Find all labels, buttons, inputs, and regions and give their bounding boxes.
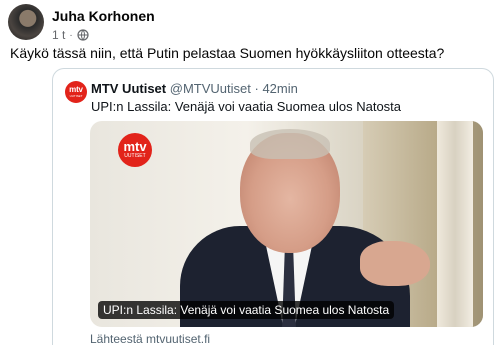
tweet-separator: · bbox=[254, 81, 259, 96]
tweet-media-image[interactable]: mtv UUTISET UPI:n Lassila: Venäjä voi va… bbox=[90, 121, 483, 327]
tweet-handle[interactable]: @MTVUutiset bbox=[170, 81, 251, 96]
author-block: Juha Korhonen 1 t · bbox=[52, 8, 155, 42]
post-time[interactable]: 1 t bbox=[52, 28, 65, 42]
mtv-logo-avatar[interactable]: mtv UUTISET bbox=[65, 81, 87, 103]
media-caption: UPI:n Lassila: Venäjä voi vaatia Suomea … bbox=[98, 301, 395, 319]
tweet-time[interactable]: 42min bbox=[262, 81, 297, 96]
avatar[interactable] bbox=[8, 4, 44, 40]
tweet-text: UPI:n Lassila: Venäjä voi vaatia Suomea … bbox=[91, 99, 402, 114]
author-name[interactable]: Juha Korhonen bbox=[52, 8, 155, 24]
mtv-logo-watermark: mtv UUTISET bbox=[118, 133, 152, 167]
photo-hand bbox=[360, 241, 430, 286]
post-meta: 1 t · bbox=[52, 28, 155, 42]
tweet-account-name[interactable]: MTV Uutiset bbox=[91, 81, 166, 96]
globe-icon[interactable] bbox=[77, 29, 89, 41]
embedded-tweet-card[interactable]: mtv UUTISET MTV Uutiset @MTVUutiset · 42… bbox=[52, 68, 494, 345]
source-link[interactable]: Lähteestä mtvuutiset.fi bbox=[90, 332, 210, 345]
tweet-header: MTV Uutiset @MTVUutiset · 42min bbox=[91, 81, 298, 96]
meta-separator: · bbox=[69, 29, 73, 41]
post-text: Käykö tässä niin, että Putin pelastaa Su… bbox=[10, 45, 445, 61]
photo-hair bbox=[250, 129, 330, 159]
photo-curtain bbox=[437, 121, 473, 327]
post-header: Juha Korhonen 1 t · bbox=[8, 4, 155, 42]
